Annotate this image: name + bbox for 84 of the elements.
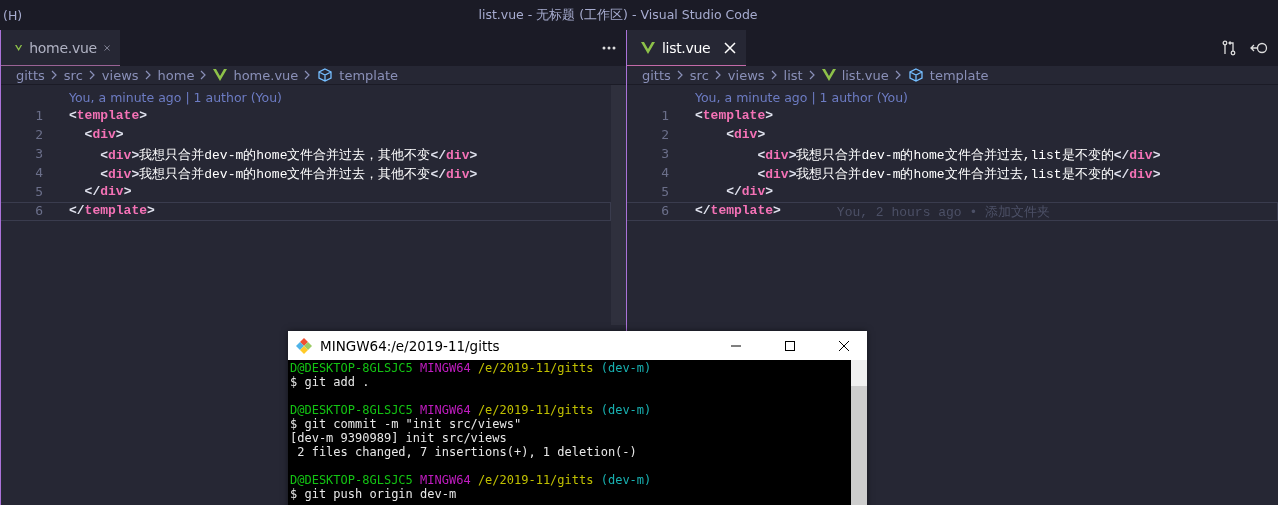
code-line: <div>我想只合并dev-m的home文件合并过去,list是不变的</div> — [756, 166, 1161, 182]
diamond-logo-icon — [296, 337, 312, 354]
menu-label[interactable]: (H) — [0, 7, 23, 23]
line-number: 2 — [34, 127, 43, 144]
chevron-icon — [88, 70, 96, 80]
terminal-text: $ git push origin dev-m — [290, 487, 457, 501]
terminal-text: (dev-m) — [600, 361, 652, 375]
chevron-icon — [144, 70, 152, 80]
breadcrumb-item[interactable]: gitts — [642, 67, 671, 83]
code-line: <template> — [69, 108, 148, 125]
breadcrumb-item[interactable]: list — [783, 67, 803, 83]
window-title: MINGW64:/e/2019-11/gitts — [320, 337, 501, 354]
file-tab[interactable]: home.vue — [1, 30, 120, 66]
code-line: </div> — [83, 184, 132, 201]
more-icon[interactable] — [602, 46, 616, 50]
line-number: 1 — [34, 108, 43, 125]
terminal-text: D@DESKTOP-8GLSJC5 — [290, 403, 413, 417]
terminal-text: MINGW64 — [420, 473, 471, 487]
chevron-icon — [770, 70, 778, 80]
breadcrumb-item[interactable]: template — [929, 67, 989, 83]
line-number: 5 — [34, 184, 43, 201]
breadcrumb-item[interactable]: src — [689, 67, 709, 83]
line-number: 1 — [660, 108, 669, 125]
breadcrumb-item[interactable]: home — [157, 67, 195, 83]
code-line: </template> — [695, 203, 781, 220]
maximize-icon — [784, 339, 796, 352]
terminal-text: $ git commit -m "init src/views" — [290, 417, 522, 431]
vue-logo-icon — [213, 69, 228, 81]
file-tab[interactable]: list.vue — [627, 30, 746, 66]
terminal-text: D@DESKTOP-8GLSJC5 — [290, 361, 413, 375]
terminal-text: MINGW64 — [420, 403, 471, 417]
cube-icon — [317, 68, 334, 82]
breadcrumb-item[interactable]: gitts — [16, 67, 45, 83]
breadcrumb-item[interactable]: views — [101, 67, 139, 83]
breadcrumb-item[interactable]: src — [63, 67, 83, 83]
line-number: 6 — [34, 203, 43, 220]
terminal-text: /e/2019-11/gitts — [477, 473, 594, 487]
breadcrumb-item[interactable]: list.vue — [841, 67, 889, 83]
code-line: <div>我想只合并dev-m的home文件合并过去，其他不变</div> — [99, 147, 478, 163]
arrow-circle-icon[interactable] — [1250, 42, 1268, 54]
scrollbar[interactable] — [611, 85, 626, 325]
line-number: 5 — [660, 184, 669, 201]
terminal-text: /e/2019-11/gitts — [477, 403, 594, 417]
terminal-text: $ git add . — [290, 375, 370, 389]
terminal-text: (dev-m) — [600, 473, 652, 487]
chevron-icon — [894, 70, 902, 80]
terminal-text: 2 files changed, 7 insertions(+), 1 deletion(-) — [296, 445, 637, 459]
terminal-text: /e/2019-11/gitts — [477, 361, 594, 375]
vue-logo-icon — [641, 41, 655, 54]
close-icon — [838, 339, 850, 352]
terminal-text: MINGW64 — [420, 361, 471, 375]
breadcrumb-item[interactable]: template — [339, 67, 398, 83]
line-number: 4 — [34, 165, 43, 182]
line-number: 3 — [34, 146, 43, 163]
chevron-icon — [50, 70, 58, 80]
close-icon[interactable] — [724, 41, 736, 54]
chevron-icon — [676, 70, 684, 80]
line-number: 6 — [660, 203, 669, 220]
code-line: <div> — [725, 127, 766, 144]
breadcrumb-item[interactable]: home.vue — [233, 67, 299, 83]
compare-changes-icon[interactable] — [1222, 40, 1236, 56]
blame-annotation[interactable]: You, a minute ago | 1 author (You) — [695, 88, 1278, 107]
code-line: <div>我想只合并dev-m的home文件合并过去，其他不变</div> — [99, 166, 478, 182]
cube-icon — [907, 68, 924, 82]
terminal-text: (dev-m) — [600, 403, 652, 417]
breadcrumb-item[interactable]: views — [727, 67, 765, 83]
line-number: 4 — [660, 165, 669, 182]
code-line: </div> — [725, 184, 774, 201]
window-title: list.vue - 无标题 (工作区) - Visual Studio Code — [478, 7, 758, 22]
code-line: </template> — [69, 203, 155, 220]
blame-annotation[interactable]: You, a minute ago | 1 author (You) — [69, 88, 611, 107]
scrollbar[interactable] — [851, 360, 867, 505]
chevron-icon — [200, 70, 208, 80]
chevron-icon — [808, 70, 816, 80]
chevron-icon — [304, 70, 312, 80]
line-number: 3 — [660, 146, 669, 163]
line-number: 2 — [660, 127, 669, 144]
vue-logo-icon — [821, 69, 836, 81]
code-line: <div>我想只合并dev-m的home文件合并过去,list是不变的</div> — [756, 147, 1161, 163]
chevron-icon — [714, 70, 722, 80]
terminal-text: D@DESKTOP-8GLSJC5 — [290, 473, 413, 487]
code-line: <div> — [83, 127, 124, 144]
terminal-text: [dev-m 9390989] init src/views — [290, 431, 507, 445]
code-line: <template> — [695, 108, 774, 125]
